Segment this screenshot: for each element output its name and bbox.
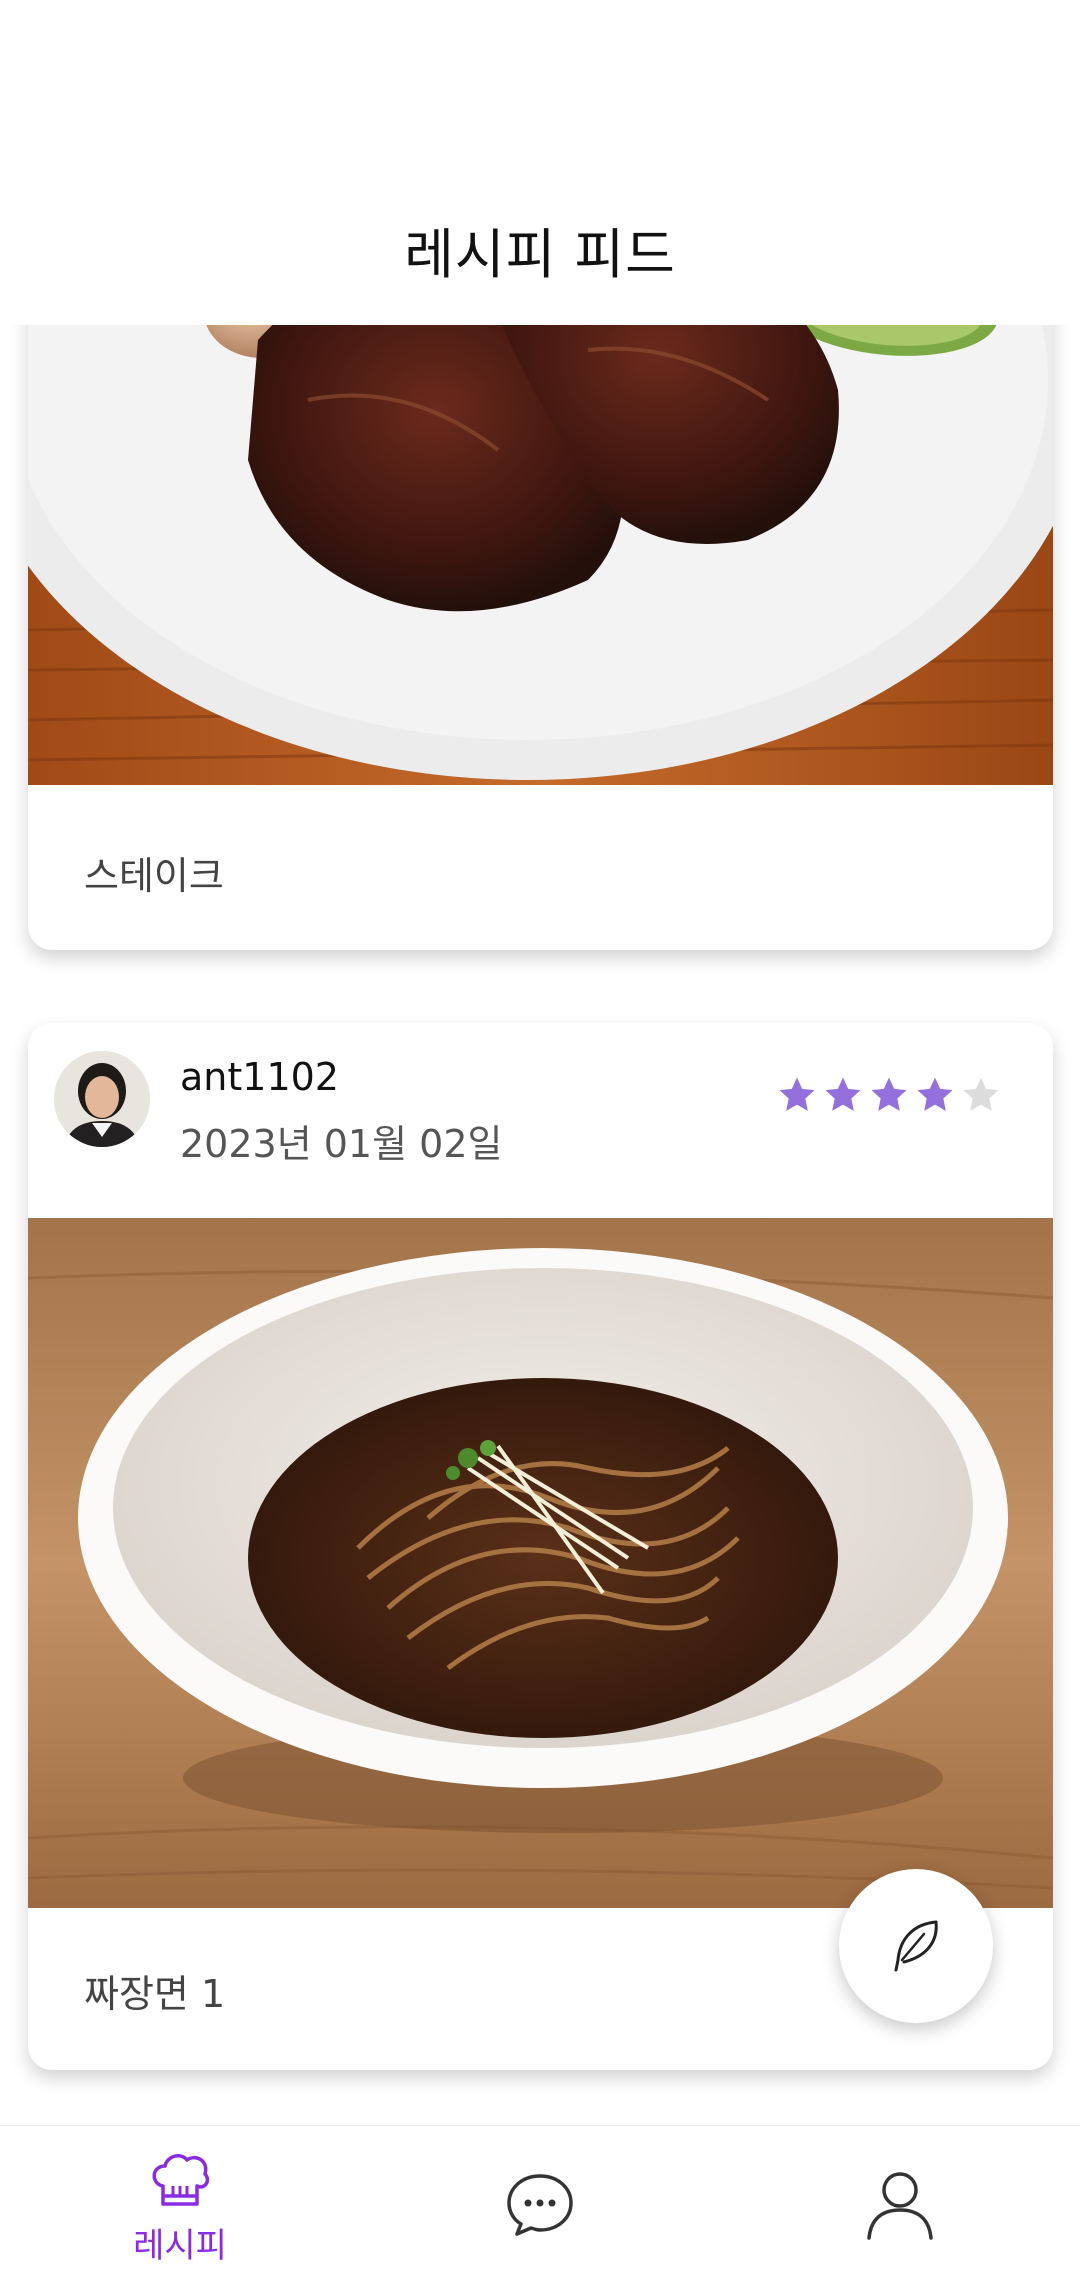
write-recipe-button[interactable] [839, 1869, 993, 2023]
star-icon [825, 1077, 861, 1111]
user-icon [867, 2172, 933, 2240]
star-rating [777, 1075, 1001, 1115]
nav-label-recipe: 레시피 [133, 2226, 227, 2266]
star-icon [963, 1077, 999, 1111]
nav-item-profile[interactable] [800, 2126, 1000, 2280]
nav-item-recipe[interactable]: 레시피 [80, 2126, 280, 2280]
author-name[interactable]: ant1102 [180, 1055, 339, 1099]
recipe-title: 짜장면 1 [84, 1972, 226, 2016]
feather-icon [894, 1920, 938, 1972]
bottom-navigation: 레시피 [0, 2125, 1080, 2280]
nav-item-chat[interactable] [440, 2126, 640, 2280]
star-icon [871, 1077, 907, 1111]
star-icon [917, 1077, 953, 1111]
chef-hat-icon [152, 2154, 210, 2206]
star-icon [779, 1077, 815, 1111]
app-header: 레시피 피드 [0, 0, 1080, 325]
avatar[interactable] [54, 1051, 150, 1147]
recipe-image[interactable] [28, 1218, 1053, 1908]
screen: 스테이크 ant1102 2023년 01월 02일 짜장면 1 레시피 피드 … [0, 0, 1080, 2280]
chat-bubble-icon [507, 2174, 573, 2236]
page-title: 레시피 피드 [404, 223, 676, 286]
avatar-photo [54, 1051, 150, 1147]
post-date: 2023년 01월 02일 [180, 1122, 503, 1166]
jjajangmyeon-photo [28, 1218, 1053, 1908]
recipe-title: 스테이크 [84, 854, 224, 898]
recipe-feed[interactable]: 스테이크 ant1102 2023년 01월 02일 짜장면 1 레시피 피드 [0, 0, 1080, 2125]
